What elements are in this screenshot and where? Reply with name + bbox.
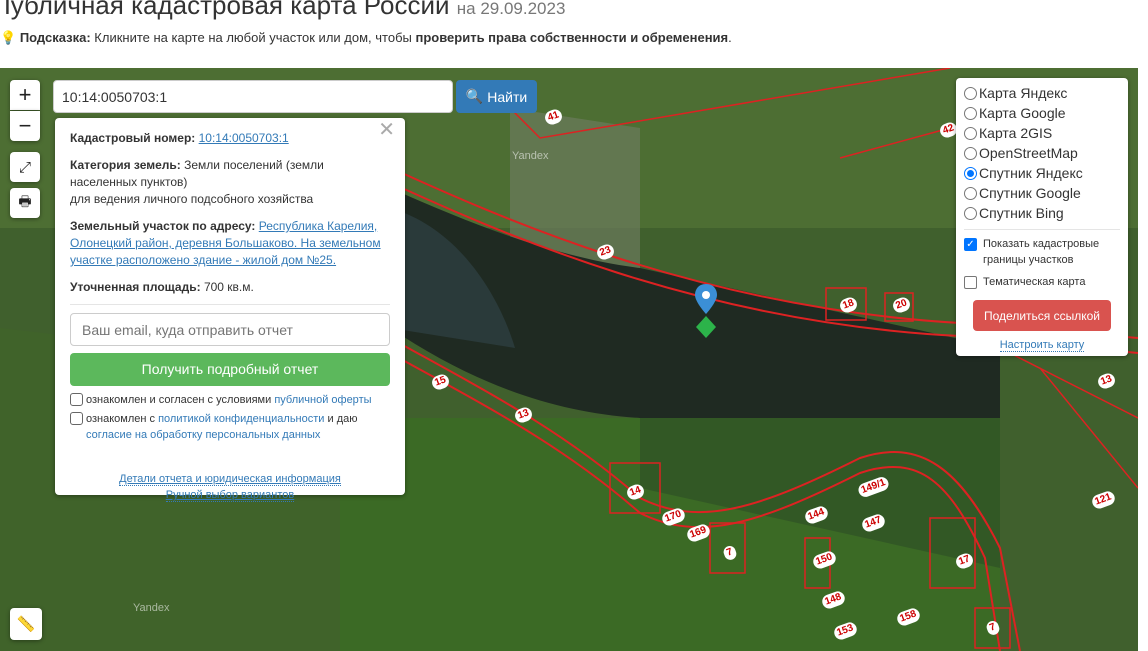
radio-button[interactable] <box>964 206 977 220</box>
date: на 29.09.2023 <box>456 0 566 18</box>
details-link[interactable]: Детали отчета и юридическая информация <box>70 471 390 487</box>
parcel-popup: ✕ Кадастровый номер: 10:14:0050703:1 Кат… <box>55 118 405 502</box>
bulb-icon: 💡 <box>0 30 17 45</box>
ruler-icon[interactable]: 📏 <box>10 608 42 640</box>
yandex-watermark: Yandex <box>133 602 170 614</box>
zoom-out-button[interactable]: − <box>10 111 40 141</box>
layer-panel: Карта Яндекс Карта Google Карта 2GIS OpenSt… <box>956 78 1128 356</box>
layer-option[interactable]: Карта Яндекс <box>964 83 1120 103</box>
yandex-watermark: Yandex <box>512 150 549 162</box>
radio-button[interactable] <box>964 86 977 100</box>
layer-option[interactable]: Спутник Bing <box>964 203 1120 223</box>
search-button[interactable]: 🔍 Найти <box>456 80 537 113</box>
share-link-button[interactable]: Поделиться ссылкой <box>973 300 1111 331</box>
print-icon[interactable]: 🖶 <box>10 188 40 218</box>
radio-button[interactable] <box>964 106 977 120</box>
show-borders-checkbox[interactable]: ✓ <box>964 238 977 251</box>
get-report-button[interactable]: Получить подробный отчет <box>70 353 390 386</box>
thematic-map-checkbox[interactable] <box>964 276 977 289</box>
configure-map-link[interactable]: Настроить карту <box>964 337 1120 353</box>
layer-option[interactable]: Спутник Яндекс <box>964 163 1120 183</box>
radio-button[interactable] <box>964 126 977 140</box>
location-marker-icon[interactable] <box>693 282 719 340</box>
close-icon[interactable]: ✕ <box>378 120 395 140</box>
consent-link[interactable]: согласие на обработку персональных данны… <box>86 429 320 441</box>
radio-button[interactable] <box>964 186 977 200</box>
page-title: Публичная кадастровая карта России на 29… <box>0 0 566 20</box>
radio-button[interactable] <box>964 166 977 180</box>
offer-checkbox[interactable] <box>70 393 83 406</box>
layer-option[interactable]: Карта 2GIS <box>964 123 1120 143</box>
search-icon: 🔍 <box>465 88 484 104</box>
manual-select-link[interactable]: Ручной выбор вариантов <box>70 487 390 503</box>
layer-option[interactable]: Спутник Google <box>964 183 1120 203</box>
fullscreen-icon[interactable]: ⤢ <box>10 152 40 182</box>
privacy-link[interactable]: политикой конфиденциальности <box>158 413 324 425</box>
email-input[interactable] <box>70 313 390 346</box>
hint: 💡 Подсказка: Кликните на карте на любой … <box>0 30 732 45</box>
search-input[interactable] <box>53 80 453 113</box>
offer-link[interactable]: публичной оферты <box>274 394 371 406</box>
privacy-checkbox[interactable] <box>70 412 83 425</box>
layer-option[interactable]: Карта Google <box>964 103 1120 123</box>
zoom-in-button[interactable]: + <box>10 80 40 110</box>
layer-option[interactable]: OpenStreetMap <box>964 143 1120 163</box>
radio-button[interactable] <box>964 146 977 160</box>
cadastral-number-link[interactable]: 10:14:0050703:1 <box>199 131 289 145</box>
